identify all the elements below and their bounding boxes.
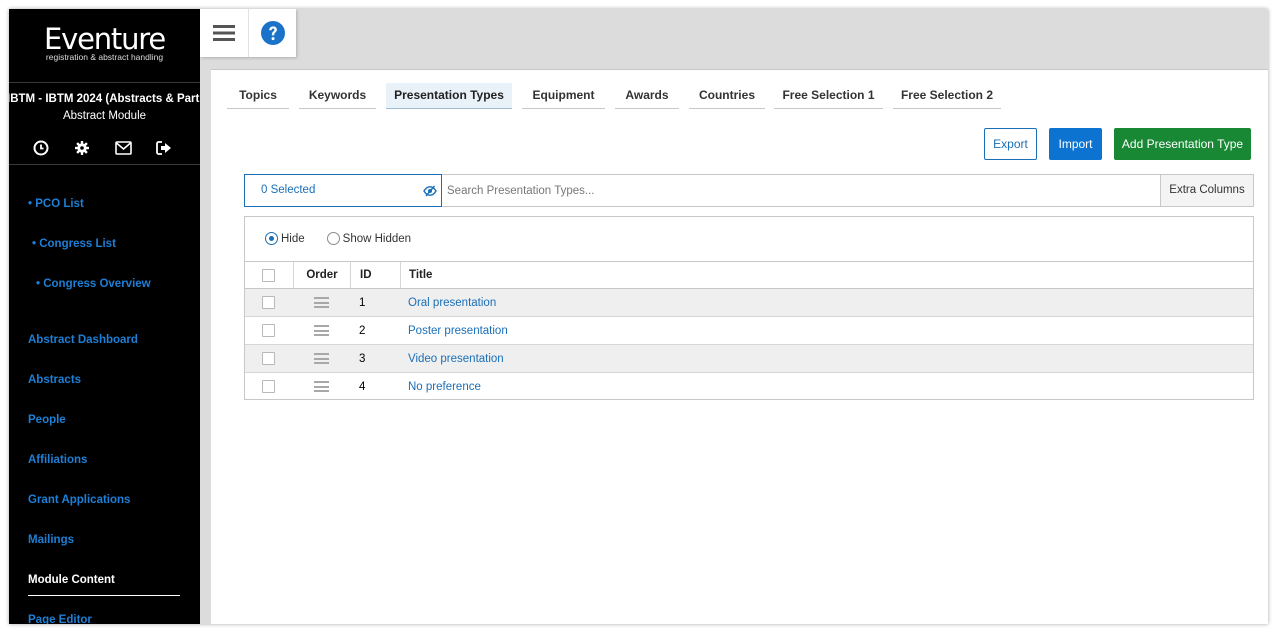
sidebar-item-affiliations[interactable]: Affiliations	[28, 454, 87, 466]
row-checkbox[interactable]	[262, 373, 275, 400]
logo: Eventure registration & abstract handlin…	[9, 23, 200, 62]
drag-handle-icon[interactable]	[314, 317, 329, 344]
table-row[interactable]: 2 Poster presentation	[245, 317, 1253, 345]
congress-name: IBTM - IBTM 2024 (Abstracts & Participan…	[9, 93, 200, 105]
row-id: 1	[359, 296, 366, 309]
table-body: 1 Oral presentation 2 Poster presentatio…	[245, 289, 1253, 400]
show-hidden-radio[interactable]: Show Hidden	[326, 232, 412, 245]
tab-equipment[interactable]: Equipment	[522, 83, 605, 109]
sidebar-item-grant-applications[interactable]: Grant Applications	[28, 494, 130, 506]
row-id: 3	[359, 352, 366, 365]
hide-radio-button[interactable]	[265, 232, 278, 245]
sidebar-item-pco-list[interactable]: • PCO List	[28, 198, 84, 210]
tab-keywords[interactable]: Keywords	[299, 83, 376, 109]
envelope-icon[interactable]	[115, 139, 156, 157]
sidebar-item-mailings[interactable]: Mailings	[28, 534, 74, 546]
row-title-link[interactable]: Oral presentation	[408, 289, 496, 316]
drag-handle-icon[interactable]	[314, 289, 329, 316]
table-row[interactable]: 3 Video presentation	[245, 345, 1253, 373]
sidebar-item-abstract-dashboard[interactable]: Abstract Dashboard	[28, 334, 138, 346]
tab-free-selection-2[interactable]: Free Selection 2	[893, 83, 1001, 109]
column-header-order[interactable]: Order	[293, 262, 350, 288]
sidebar-icon-bar	[33, 139, 197, 157]
visibility-filter: Hide Show Hidden	[265, 232, 433, 245]
search-field[interactable]	[442, 174, 1161, 207]
column-header-title[interactable]: Title	[400, 262, 432, 288]
hide-radio-label: Hide	[281, 232, 305, 245]
row-id: 4	[359, 380, 366, 393]
sidebar-item-congress-overview[interactable]: • Congress Overview	[36, 278, 151, 290]
show-hidden-radio-button[interactable]	[326, 232, 340, 245]
help-icon[interactable]	[248, 9, 296, 57]
selected-count: 0 Selected	[261, 184, 316, 196]
column-header-id[interactable]: ID	[350, 262, 400, 288]
show-hidden-radio-label: Show Hidden	[342, 232, 412, 245]
tab-free-selection-1[interactable]: Free Selection 1	[774, 83, 883, 109]
tab-topics[interactable]: Topics	[227, 83, 289, 109]
sidebar-item-abstracts[interactable]: Abstracts	[28, 374, 81, 386]
row-title-link[interactable]: No preference	[408, 373, 481, 400]
top-toolbar	[200, 9, 296, 57]
add-presentation-type-button[interactable]: Add Presentation Type	[1114, 128, 1251, 160]
row-checkbox[interactable]	[262, 289, 275, 316]
sign-out-icon[interactable]	[156, 139, 197, 157]
tab-awards[interactable]: Awards	[615, 83, 679, 109]
hamburger-icon[interactable]	[200, 9, 248, 57]
sidebar-item-page-editor[interactable]: Page Editor	[28, 614, 92, 624]
hide-radio[interactable]: Hide	[265, 232, 305, 245]
module-name: Abstract Module	[62, 110, 147, 122]
import-button[interactable]: Import	[1049, 128, 1102, 160]
active-indicator	[28, 595, 180, 596]
sidebar-item-module-content[interactable]: Module Content	[28, 574, 115, 586]
sidebar-item-congress-list[interactable]: • Congress List	[32, 238, 116, 250]
drag-handle-icon[interactable]	[314, 345, 329, 372]
app-window: Eventure registration & abstract handlin…	[9, 9, 1268, 624]
row-checkbox[interactable]	[262, 317, 275, 344]
row-title-link[interactable]: Poster presentation	[408, 317, 508, 344]
table-header: Order ID Title	[245, 261, 1253, 289]
sidebar: Eventure registration & abstract handlin…	[9, 9, 200, 624]
content-panel: Topics Keywords Presentation Types Equip…	[211, 69, 1268, 624]
row-title-link[interactable]: Video presentation	[408, 345, 504, 372]
eye-slash-icon[interactable]	[423, 184, 437, 202]
table-row[interactable]: 4 No preference	[245, 373, 1253, 400]
tab-countries[interactable]: Countries	[689, 83, 765, 109]
tab-presentation-types[interactable]: Presentation Types	[386, 83, 512, 109]
sidebar-divider	[9, 164, 200, 165]
gear-icon[interactable]	[74, 139, 115, 157]
sidebar-item-people[interactable]: People	[28, 414, 66, 426]
presentation-types-table: Hide Show Hidden Order ID Title 1 Oral p…	[244, 216, 1254, 400]
selection-dropdown[interactable]: 0 Selected	[244, 174, 442, 207]
logo-tagline: registration & abstract handling	[45, 52, 164, 62]
sidebar-divider	[9, 82, 200, 83]
row-id: 2	[359, 324, 366, 337]
clock-icon[interactable]	[33, 139, 74, 157]
export-button[interactable]: Export	[984, 128, 1037, 160]
select-all-checkbox[interactable]	[262, 262, 275, 288]
search-input[interactable]	[442, 175, 1160, 206]
extra-columns-button[interactable]: Extra Columns	[1160, 174, 1254, 207]
drag-handle-icon[interactable]	[314, 373, 329, 400]
table-row[interactable]: 1 Oral presentation	[245, 289, 1253, 317]
row-checkbox[interactable]	[262, 345, 275, 372]
logo-wordmark: Eventure	[44, 22, 166, 56]
